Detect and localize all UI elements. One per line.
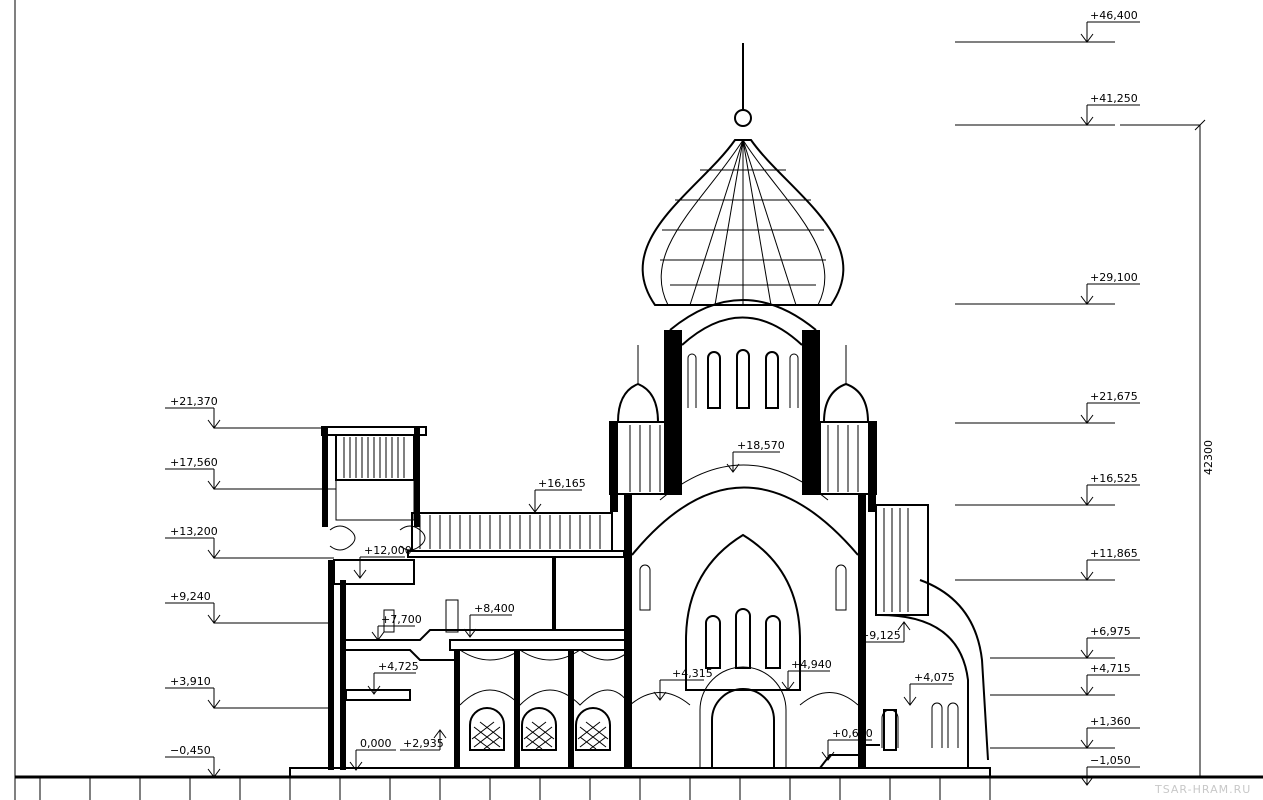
level-label: +6,975	[1090, 625, 1131, 638]
right-level-markers: +46,400 +41,250 +29,100 +21,675 +16,525 …	[955, 9, 1200, 786]
level-label: +4,715	[1090, 662, 1131, 675]
overall-dimension: 42300	[1194, 119, 1215, 777]
church-section-drawing: +21,370 +17,560 +13,200 +9,240 +3,910 −0…	[14, 0, 1263, 800]
level-label: −1,050	[1090, 754, 1131, 767]
level-label: +8,400	[474, 602, 515, 615]
level-label: +4,075	[914, 671, 955, 684]
dimension-label: 42300	[1202, 440, 1215, 475]
level-marker-right-1: +46,400	[955, 9, 1140, 43]
level-label: +2,935	[403, 737, 444, 750]
level-marker-right-10: −1,050	[1080, 754, 1140, 786]
level-marker-right-8: +4,715	[990, 662, 1140, 696]
level-marker-left-3: +13,200	[165, 525, 334, 559]
level-marker-right-7: +6,975	[990, 625, 1140, 659]
level-label: +11,865	[1090, 547, 1138, 560]
level-label: +16,525	[1090, 472, 1138, 485]
level-marker-inner-1: +18,570	[726, 439, 785, 473]
level-label: +21,675	[1090, 390, 1138, 403]
level-label: +4,940	[791, 658, 832, 671]
level-label: +12,000	[364, 544, 412, 557]
level-marker-inner-5: +7,700	[371, 613, 422, 641]
level-marker-right-6: +11,865	[955, 547, 1140, 581]
level-marker-inner-10: +4,075	[903, 671, 955, 706]
level-label: +7,700	[381, 613, 422, 626]
level-marker-left-1: +21,370	[165, 395, 322, 429]
left-level-markers: +21,370 +17,560 +13,200 +9,240 +3,910 −0…	[165, 395, 336, 778]
level-marker-inner-12: 0,000	[349, 737, 396, 771]
level-label: +17,560	[170, 456, 218, 469]
side-domes	[616, 345, 870, 423]
level-label: +9,125	[860, 629, 901, 642]
level-label: +4,315	[672, 667, 713, 680]
level-marker-left-2: +17,560	[165, 456, 336, 490]
level-marker-left-6: −0,450	[165, 744, 221, 778]
level-marker-left-4: +9,240	[165, 590, 328, 624]
level-label: +18,570	[737, 439, 785, 452]
level-marker-left-5: +3,910	[165, 675, 330, 709]
central-body	[609, 421, 877, 769]
left-bell-tower	[321, 426, 427, 585]
level-label: +4,725	[378, 660, 419, 673]
level-marker-inner-6: +4,725	[367, 660, 419, 695]
axis-ticks	[39, 777, 991, 800]
lower-arcade	[449, 639, 631, 768]
level-label: +29,100	[1090, 271, 1138, 284]
level-marker-inner-4: +8,400	[463, 602, 515, 638]
level-label: +0,600	[832, 727, 873, 740]
level-marker-inner-13: +2,935	[400, 729, 447, 751]
level-marker-right-9: +1,360	[990, 715, 1140, 749]
level-marker-inner-8: +4,940	[740, 658, 832, 691]
watermark: TSAR-HRAM.RU	[1154, 783, 1251, 796]
level-label: +21,370	[170, 395, 218, 408]
main-onion-dome	[641, 43, 845, 306]
level-label: +3,910	[170, 675, 211, 688]
level-label: 0,000	[360, 737, 392, 750]
level-marker-inner-7: +4,315	[653, 667, 713, 701]
level-label: +13,200	[170, 525, 218, 538]
level-marker-right-2: +41,250	[955, 92, 1200, 126]
level-label: +16,165	[538, 477, 586, 490]
level-marker-inner-2: +16,165	[528, 477, 586, 513]
level-marker-right-4: +21,675	[955, 390, 1140, 424]
nave-roof	[407, 512, 625, 629]
level-marker-right-3: +29,100	[955, 271, 1140, 305]
level-label: −0,450	[170, 744, 211, 757]
level-label: +9,240	[170, 590, 211, 603]
level-label: +41,250	[1090, 92, 1138, 105]
level-marker-right-5: +16,525	[955, 472, 1140, 506]
level-label: +46,400	[1090, 9, 1138, 22]
central-drum	[664, 299, 820, 495]
level-label: +1,360	[1090, 715, 1131, 728]
